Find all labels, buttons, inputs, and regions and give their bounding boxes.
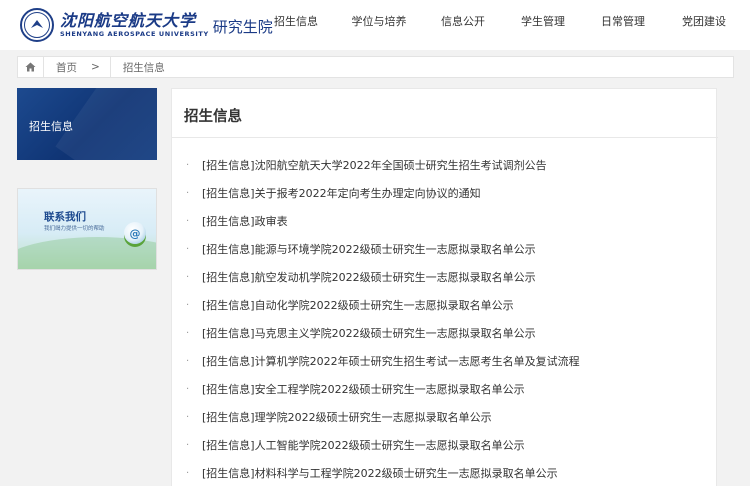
sidebar-title: 招生信息: [29, 120, 73, 133]
bullet-icon: ·: [186, 411, 190, 423]
title-divider: [172, 137, 718, 138]
site-header: 沈阳航空航天大学 SHENYANG AEROSPACE UNIVERSITY 研…: [0, 0, 750, 50]
news-link[interactable]: [招生信息]计算机学院2022年硕士研究生招生考试一志愿考生名单及复试流程: [202, 353, 580, 369]
page-title: 招生信息: [184, 109, 242, 125]
breadcrumb-separator: >: [87, 57, 111, 77]
logo-cn: 沈阳航空航天大学: [60, 10, 197, 30]
news-link[interactable]: [招生信息]人工智能学院2022级硕士研究生一志愿拟录取名单公示: [202, 437, 525, 453]
news-link[interactable]: [招生信息]沈阳航空航天大学2022年全国硕士研究生招生考试调剂公告: [202, 157, 547, 173]
bullet-icon: ·: [186, 355, 190, 367]
news-link[interactable]: [招生信息]航空发动机学院2022级硕士研究生一志愿拟录取名单公示: [202, 269, 536, 285]
list-item[interactable]: · [招生信息]沈阳航空航天大学2022年全国硕士研究生招生考试调剂公告: [186, 151, 580, 179]
news-link[interactable]: [招生信息]政审表: [202, 213, 288, 229]
nav-item-party-building[interactable]: 党团建设: [664, 0, 744, 50]
email-icon: @: [124, 222, 146, 244]
bullet-icon: ·: [186, 271, 190, 283]
bullet-icon: ·: [186, 467, 190, 479]
list-item[interactable]: · [招生信息]能源与环境学院2022级硕士研究生一志愿拟录取名单公示: [186, 235, 580, 263]
bullet-icon: ·: [186, 243, 190, 255]
news-link[interactable]: [招生信息]自动化学院2022级硕士研究生一志愿拟录取名单公示: [202, 297, 514, 313]
news-link[interactable]: [招生信息]关于报考2022年定向考生办理定向协议的通知: [202, 185, 481, 201]
news-link[interactable]: [招生信息]材料科学与工程学院2022级硕士研究生一志愿拟录取名单公示: [202, 465, 558, 481]
list-item[interactable]: · [招生信息]航空发动机学院2022级硕士研究生一志愿拟录取名单公示: [186, 263, 580, 291]
news-link[interactable]: [招生信息]安全工程学院2022级硕士研究生一志愿拟录取名单公示: [202, 381, 525, 397]
bullet-icon: ·: [186, 215, 190, 227]
contact-subtitle: 我们竭力提供一切的帮助: [44, 226, 105, 232]
main-content: 招生信息 · [招生信息]沈阳航空航天大学2022年全国硕士研究生招生考试调剂公告…: [171, 88, 718, 486]
contact-us-banner[interactable]: 联系我们 我们竭力提供一切的帮助 @: [17, 188, 157, 270]
list-item[interactable]: · [招生信息]材料科学与工程学院2022级硕士研究生一志愿拟录取名单公示: [186, 459, 580, 486]
news-link[interactable]: [招生信息]能源与环境学院2022级硕士研究生一志愿拟录取名单公示: [202, 241, 536, 257]
contact-title: 联系我们: [44, 211, 86, 223]
list-item[interactable]: · [招生信息]马克思主义学院2022级硕士研究生一志愿拟录取名单公示: [186, 319, 580, 347]
list-item[interactable]: · [招生信息]自动化学院2022级硕士研究生一志愿拟录取名单公示: [186, 291, 580, 319]
nav-item-admissions[interactable]: 招生信息: [256, 0, 336, 50]
list-item[interactable]: · [招生信息]计算机学院2022年硕士研究生招生考试一志愿考生名单及复试流程: [186, 347, 580, 375]
list-item[interactable]: · [招生信息]安全工程学院2022级硕士研究生一志愿拟录取名单公示: [186, 375, 580, 403]
site-logo[interactable]: 沈阳航空航天大学 SHENYANG AEROSPACE UNIVERSITY 研…: [20, 6, 273, 44]
main-nav: 招生信息 学位与培养 信息公开 学生管理 日常管理 党团建设: [256, 0, 744, 50]
news-link[interactable]: [招生信息]马克思主义学院2022级硕士研究生一志愿拟录取名单公示: [202, 325, 536, 341]
logo-en: SHENYANG AEROSPACE UNIVERSITY: [60, 29, 209, 38]
bullet-icon: ·: [186, 327, 190, 339]
bullet-icon: ·: [186, 299, 190, 311]
nav-item-student-management[interactable]: 学生管理: [504, 0, 582, 50]
nav-item-daily-management[interactable]: 日常管理: [582, 0, 664, 50]
nav-item-degree-training[interactable]: 学位与培养: [336, 0, 422, 50]
logo-text: 沈阳航空航天大学 SHENYANG AEROSPACE UNIVERSITY: [60, 10, 209, 39]
list-item[interactable]: · [招生信息]理学院2022级硕士研究生一志愿拟录取名单公示: [186, 403, 580, 431]
list-item[interactable]: · [招生信息]人工智能学院2022级硕士研究生一志愿拟录取名单公示: [186, 431, 580, 459]
nav-item-info-disclosure[interactable]: 信息公开: [422, 0, 504, 50]
news-list: · [招生信息]沈阳航空航天大学2022年全国硕士研究生招生考试调剂公告 · [招生…: [186, 151, 580, 486]
bullet-icon: ·: [186, 439, 190, 451]
breadcrumb-home-link[interactable]: 首页: [44, 60, 87, 75]
list-item[interactable]: · [招生信息]关于报考2022年定向考生办理定向协议的通知: [186, 179, 580, 207]
bullet-icon: ·: [186, 159, 190, 171]
breadcrumb: 首页 > 招生信息: [17, 56, 734, 78]
list-item[interactable]: · [招生信息]政审表: [186, 207, 580, 235]
bullet-icon: ·: [186, 187, 190, 199]
university-seal-icon: [20, 8, 54, 42]
breadcrumb-current: 招生信息: [122, 61, 165, 74]
news-link[interactable]: [招生信息]理学院2022级硕士研究生一志愿拟录取名单公示: [202, 409, 492, 425]
sidebar-title-block: 招生信息: [17, 88, 157, 160]
bullet-icon: ·: [186, 383, 190, 395]
home-icon[interactable]: [18, 57, 44, 77]
